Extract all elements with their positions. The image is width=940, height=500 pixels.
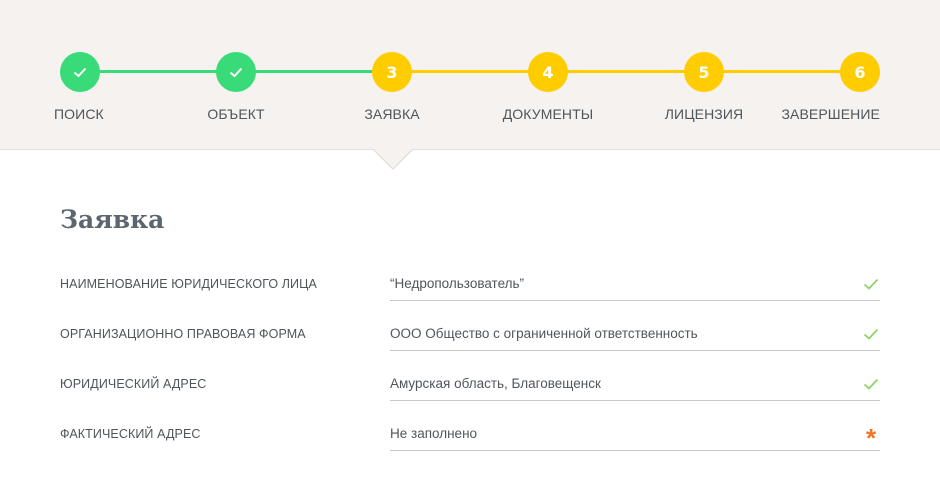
field-label: ЮРИДИЧЕСКИЙ АДРЕС (60, 377, 207, 391)
step-4-number[interactable]: 4 (528, 52, 568, 92)
legal-address-input[interactable] (390, 376, 840, 391)
track-segment-2 (236, 70, 392, 73)
actual-address-input[interactable] (390, 426, 840, 441)
asterisk-icon: * (865, 423, 877, 453)
step-1-marker[interactable] (60, 52, 100, 92)
field-legal-address: ЮРИДИЧЕСКИЙ АДРЕС (60, 375, 880, 427)
track-segment-4 (548, 70, 704, 73)
check-icon (862, 275, 880, 293)
track-segment-5 (704, 70, 860, 73)
field-underline (390, 450, 880, 451)
progress-stepper: ПОИСК ОБЪЕКТ 3 ЗАЯВКА 4 ДОКУМЕНТЫ 5 ЛИЦЕ… (0, 0, 940, 170)
field-label: ФАКТИЧЕСКИЙ АДРЕС (60, 427, 201, 441)
field-underline (390, 400, 880, 401)
field-underline (390, 350, 880, 351)
step-2-marker[interactable] (216, 52, 256, 92)
page-title: Заявка (60, 205, 165, 234)
check-icon (73, 67, 87, 78)
track-segment-3 (392, 70, 548, 73)
step-5-number[interactable]: 5 (684, 52, 724, 92)
legal-form-input[interactable] (390, 326, 840, 341)
field-legal-form: ОРГАНИЗАЦИОННО ПРАВОВАЯ ФОРМА (60, 325, 880, 377)
field-label: НАИМЕНОВАНИЕ ЮРИДИЧЕСКОГО ЛИЦА (60, 277, 317, 291)
step-3-number[interactable]: 3 (372, 52, 412, 92)
check-icon (229, 67, 243, 78)
legal-name-input[interactable] (390, 276, 840, 291)
check-icon (862, 325, 880, 343)
field-label: ОРГАНИЗАЦИОННО ПРАВОВАЯ ФОРМА (60, 327, 306, 341)
check-icon (862, 375, 880, 393)
field-actual-address: ФАКТИЧЕСКИЙ АДРЕС * (60, 423, 880, 477)
active-step-pointer (372, 148, 414, 170)
track-segment-1 (80, 70, 236, 73)
step-6-label[interactable]: ЗАВЕРШЕНИЕ (680, 106, 880, 122)
step-6-number[interactable]: 6 (840, 52, 880, 92)
field-underline (390, 300, 880, 301)
field-legal-name: НАИМЕНОВАНИЕ ЮРИДИЧЕСКОГО ЛИЦА (60, 275, 880, 327)
